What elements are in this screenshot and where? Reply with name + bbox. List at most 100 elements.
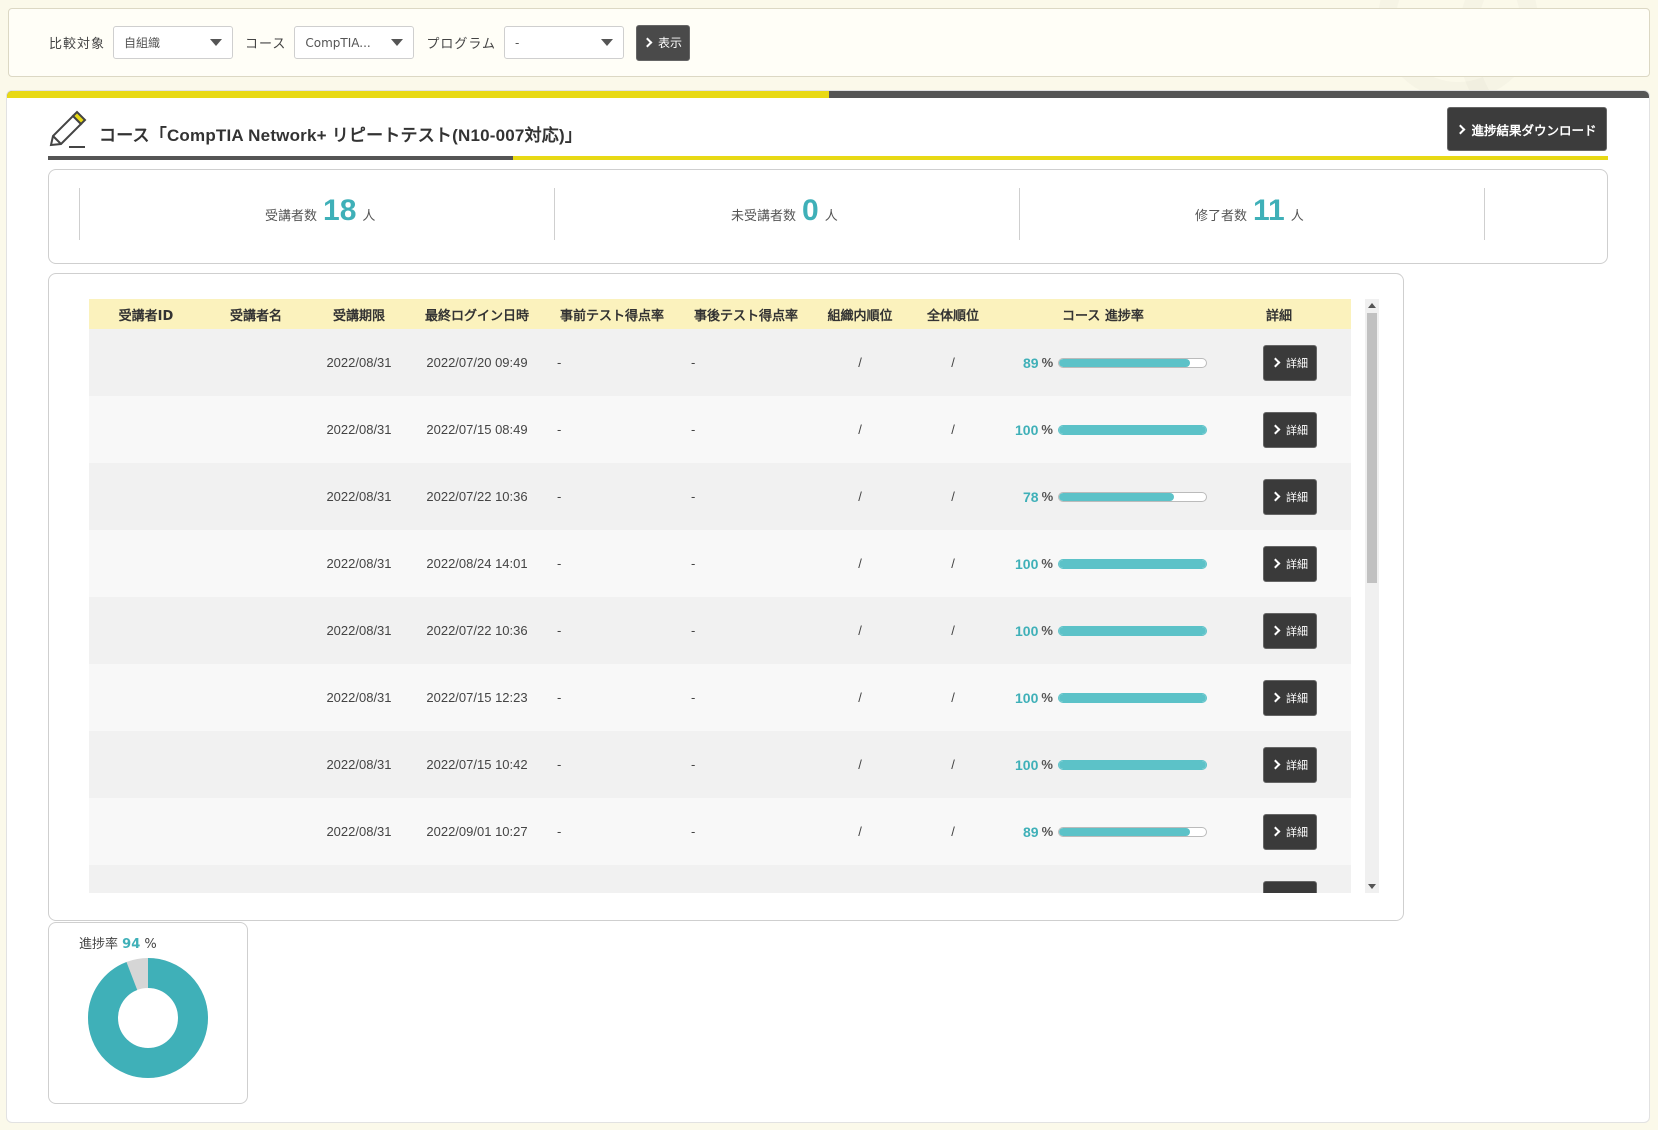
stat-enrolled: 受講者数 18 人: [265, 194, 375, 228]
header-pre-test[interactable]: 事前テスト得点率: [545, 299, 679, 329]
org-rank-cell: [813, 865, 907, 893]
post-test-cell: -: [691, 623, 696, 638]
progress-bar: [1057, 625, 1207, 636]
detail-cell: 詳細: [1207, 396, 1351, 463]
progress-cell: 100%: [999, 396, 1207, 463]
stat-label: 修了者数: [1195, 209, 1248, 224]
learner-name-cell: [203, 396, 309, 463]
scrollbar-thumb[interactable]: [1367, 313, 1377, 583]
post-test-cell: -: [691, 422, 696, 437]
progress-bar-fill: [1059, 827, 1190, 836]
detail-button[interactable]: 詳細: [1263, 746, 1317, 783]
detail-button-label: 詳細: [1286, 424, 1308, 437]
course-select[interactable]: CompTIA...: [294, 26, 415, 59]
progress-indicator: 78%: [999, 489, 1207, 505]
progress-cell: 78%: [999, 463, 1207, 530]
table-scrollbar[interactable]: [1365, 299, 1379, 893]
donut-label-text: 進捗率: [79, 937, 119, 952]
chevron-down-icon: [601, 39, 613, 46]
learners-table-panel: 受講者ID 受講者名 受講期限 最終ログイン日時 事前テスト得点率 事後テスト得…: [48, 273, 1404, 921]
progress-bar-fill: [1058, 626, 1206, 635]
progress-cell: [999, 865, 1207, 893]
progress-percent: 100: [1015, 421, 1039, 438]
org-rank-cell: /: [858, 824, 862, 839]
header-course-progress[interactable]: コース 進捗率: [999, 299, 1207, 329]
detail-button[interactable]: 詳細: [1263, 679, 1317, 716]
download-button-label: 進捗結果ダウンロード: [1471, 122, 1597, 138]
header-learner-id[interactable]: 受講者ID: [89, 299, 203, 329]
overall-rank-cell: /: [951, 489, 955, 504]
learners-table-scroll[interactable]: 受講者ID 受講者名 受講期限 最終ログイン日時 事前テスト得点率 事後テスト得…: [89, 299, 1351, 893]
learner-id-cell: [89, 396, 203, 463]
detail-cell: 詳細: [1207, 597, 1351, 664]
scroll-down-icon[interactable]: [1368, 884, 1376, 889]
deadline-cell: 2022/08/31: [326, 422, 392, 437]
header-deadline[interactable]: 受講期限: [309, 299, 409, 329]
detail-button[interactable]: 詳細: [1263, 880, 1317, 894]
post-test-cell: [679, 865, 813, 893]
stat-unit: 人: [824, 209, 838, 224]
learner-name-cell: [203, 798, 309, 865]
download-progress-button[interactable]: 進捗結果ダウンロード: [1447, 107, 1607, 151]
chevron-right-icon: [1456, 124, 1466, 134]
header-learner-name[interactable]: 受講者名: [203, 299, 309, 329]
header-post-test[interactable]: 事後テスト得点率: [679, 299, 813, 329]
progress-cell: 100%: [999, 530, 1207, 597]
scroll-up-icon[interactable]: [1368, 303, 1376, 308]
deadline-cell: 2022/08/31: [326, 355, 392, 370]
detail-button[interactable]: 詳細: [1263, 478, 1317, 515]
learner-id-cell: [89, 597, 203, 664]
course-select-value: CompTIA...: [305, 35, 371, 50]
last-login-cell: [409, 865, 545, 893]
percent-sign: %: [1041, 355, 1054, 370]
progress-bar-fill: [1058, 693, 1206, 702]
learner-id-cell: [89, 865, 203, 893]
detail-button-label: 詳細: [1286, 625, 1308, 638]
progress-percent: 100: [1015, 622, 1039, 639]
detail-cell: 詳細: [1207, 463, 1351, 530]
org-rank-cell: /: [858, 489, 862, 504]
chevron-right-icon: [1270, 424, 1281, 435]
detail-button-label: 詳細: [1286, 692, 1308, 705]
table-header-row: 受講者ID 受講者名 受講期限 最終ログイン日時 事前テスト得点率 事後テスト得…: [89, 299, 1351, 329]
progress-bar: [1057, 692, 1207, 703]
program-select[interactable]: -: [504, 26, 624, 59]
detail-button[interactable]: 詳細: [1263, 813, 1317, 850]
last-login-cell: 2022/07/15 12:23: [426, 690, 528, 705]
detail-button[interactable]: 詳細: [1263, 344, 1317, 381]
course-title: コース「CompTIA Network+ リピートテスト(N10-007対応)」: [99, 126, 583, 145]
deadline-cell: 2022/08/31: [326, 690, 392, 705]
detail-button[interactable]: 詳細: [1263, 545, 1317, 582]
learner-name-cell: [203, 731, 309, 798]
progress-percent: 100: [1015, 689, 1039, 706]
table-row: 2022/08/31 2022/07/22 10:36 - - / / 100% 詳細: [89, 597, 1351, 664]
last-login-cell: 2022/07/15 10:42: [426, 757, 528, 772]
overall-rank-cell: [907, 865, 999, 893]
detail-button-label: 詳細: [1286, 759, 1308, 772]
filter-bar: 比較対象 自組織 コース CompTIA... プログラム - 表示: [8, 8, 1650, 77]
overall-rank-cell: /: [951, 355, 955, 370]
main-panel: コース「CompTIA Network+ リピートテスト(N10-007対応)」…: [6, 90, 1650, 1123]
detail-button[interactable]: 詳細: [1263, 612, 1317, 649]
detail-button-label: 詳細: [1286, 891, 1308, 894]
percent-sign: %: [1041, 690, 1053, 705]
header-org-rank[interactable]: 組織内順位: [813, 299, 907, 329]
progress-bar-fill: [1058, 425, 1206, 434]
pre-test-cell: -: [557, 422, 562, 437]
stat-value: 0: [802, 194, 819, 227]
progress-bar-fill: [1059, 358, 1190, 367]
header-last-login[interactable]: 最終ログイン日時: [409, 299, 545, 329]
progress-indicator: 89%: [999, 355, 1207, 371]
percent-sign: %: [1041, 623, 1053, 638]
detail-button[interactable]: 詳細: [1263, 411, 1317, 448]
pre-test-cell: -: [557, 355, 562, 370]
percent-sign: %: [1041, 489, 1054, 504]
show-button[interactable]: 表示: [636, 24, 690, 61]
progress-cell: 100%: [999, 731, 1207, 798]
post-test-cell: -: [691, 824, 696, 839]
last-login-cell: 2022/07/20 09:49: [426, 355, 528, 370]
stat-label: 受講者数: [265, 209, 318, 224]
header-overall-rank[interactable]: 全体順位: [907, 299, 999, 329]
compare-select[interactable]: 自組織: [113, 26, 234, 59]
deadline-cell: 2022/08/31: [326, 556, 392, 571]
